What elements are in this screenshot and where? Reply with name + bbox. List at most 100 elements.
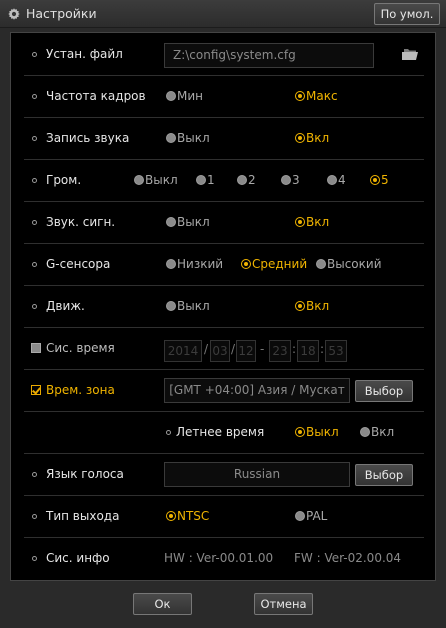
gsensor-option-high[interactable]: Высокий bbox=[316, 257, 382, 271]
radio-icon bbox=[166, 217, 176, 227]
timezone-field[interactable]: [GMT +04:00] Азия / Мускат bbox=[164, 378, 350, 403]
row-daylight-saving: Летнее время Выкл Вкл bbox=[24, 412, 424, 454]
dst-option-on[interactable]: Вкл bbox=[360, 425, 394, 439]
bullet-icon bbox=[32, 304, 37, 309]
row-voice-language: Язык голоса Russian Выбор bbox=[24, 454, 424, 496]
bullet-icon bbox=[32, 514, 37, 519]
row-timezone: Врем. зона [GMT +04:00] Азия / Мускат Вы… bbox=[24, 370, 424, 412]
beep-option-off[interactable]: Выкл bbox=[166, 215, 210, 229]
audio-option-off[interactable]: Выкл bbox=[166, 131, 210, 145]
bullet-icon bbox=[32, 136, 37, 141]
audio-option-on[interactable]: Вкл bbox=[295, 131, 329, 145]
radio-icon bbox=[166, 301, 176, 311]
volume-option-4[interactable]: 4 bbox=[327, 173, 346, 187]
gsensor-label: G-сенсора bbox=[46, 257, 111, 271]
bullet-icon bbox=[32, 472, 37, 477]
bullet-icon bbox=[32, 178, 37, 183]
voice-language-field[interactable]: Russian bbox=[164, 462, 350, 487]
output-option-pal[interactable]: PAL bbox=[295, 509, 327, 523]
radio-icon bbox=[295, 91, 305, 101]
row-config-file: Устан. файл Z:\config\system.cfg bbox=[24, 34, 424, 76]
system-time-checkbox[interactable] bbox=[31, 343, 41, 353]
month-field[interactable]: 03 bbox=[210, 340, 230, 362]
row-beep: Звук. сигн. Выкл Вкл bbox=[24, 202, 424, 244]
gsensor-option-medium[interactable]: Средний bbox=[241, 257, 307, 271]
radio-icon bbox=[316, 259, 326, 269]
volume-option-off[interactable]: Выкл bbox=[134, 173, 178, 187]
hardware-version: HW : Ver-00.01.00 bbox=[164, 551, 274, 565]
volume-option-2[interactable]: 2 bbox=[237, 173, 256, 187]
config-file-field[interactable]: Z:\config\system.cfg bbox=[164, 43, 374, 68]
beep-option-on[interactable]: Вкл bbox=[295, 215, 329, 229]
row-motion: Движ. Выкл Вкл bbox=[24, 286, 424, 328]
ok-button[interactable]: Ок bbox=[133, 593, 192, 615]
volume-label: Гром. bbox=[46, 173, 82, 187]
time-separator: : bbox=[320, 342, 325, 356]
volume-option-3[interactable]: 3 bbox=[281, 173, 300, 187]
radio-icon bbox=[166, 511, 176, 521]
gear-icon bbox=[8, 8, 20, 20]
timezone-label: Врем. зона bbox=[46, 383, 115, 397]
framerate-option-max[interactable]: Макс bbox=[295, 89, 338, 103]
radio-icon bbox=[327, 175, 337, 185]
radio-icon bbox=[166, 133, 176, 143]
cancel-button[interactable]: Отмена bbox=[254, 593, 313, 615]
motion-option-on[interactable]: Вкл bbox=[295, 299, 329, 313]
motion-option-off[interactable]: Выкл bbox=[166, 299, 210, 313]
defaults-button[interactable]: По умол. bbox=[374, 3, 440, 25]
output-type-label: Тип выхода bbox=[46, 509, 120, 523]
radio-icon bbox=[281, 175, 291, 185]
gsensor-option-low[interactable]: Низкий bbox=[166, 257, 223, 271]
bullet-icon bbox=[166, 430, 171, 435]
row-volume: Гром. Выкл 1 2 3 4 5 bbox=[24, 160, 424, 202]
row-framerate: Частота кадров Мин Макс bbox=[24, 76, 424, 118]
row-system-time: Сис. время 2014 / 03 / 12 - 23 : 18 : 53 bbox=[24, 328, 424, 370]
folder-icon[interactable] bbox=[401, 46, 419, 61]
radio-icon bbox=[237, 175, 247, 185]
row-audio-record: Запись звука Выкл Вкл bbox=[24, 118, 424, 160]
dst-option-off[interactable]: Выкл bbox=[295, 425, 339, 439]
date-time-separator: - bbox=[260, 342, 265, 356]
radio-icon bbox=[360, 427, 370, 437]
beep-label: Звук. сигн. bbox=[46, 215, 116, 229]
radio-icon bbox=[370, 175, 380, 185]
year-field[interactable]: 2014 bbox=[164, 340, 202, 362]
row-output-type: Тип выхода NTSC PAL bbox=[24, 496, 424, 538]
firmware-version: FW : Ver-02.00.04 bbox=[294, 551, 402, 565]
bullet-icon bbox=[32, 94, 37, 99]
system-time-label: Сис. время bbox=[46, 341, 115, 355]
daylight-saving-label: Летнее время bbox=[176, 425, 265, 439]
time-separator: : bbox=[292, 342, 297, 356]
minute-field[interactable]: 18 bbox=[297, 340, 319, 362]
voice-select-button[interactable]: Выбор bbox=[355, 464, 413, 486]
bullet-icon bbox=[32, 262, 37, 267]
motion-label: Движ. bbox=[46, 299, 85, 313]
date-separator: / bbox=[204, 342, 209, 356]
volume-option-5[interactable]: 5 bbox=[370, 173, 389, 187]
system-info-label: Сис. инфо bbox=[46, 551, 110, 565]
row-gsensor: G-сенсора Низкий Средний Высокий bbox=[24, 244, 424, 286]
radio-icon bbox=[166, 91, 176, 101]
voice-language-label: Язык голоса bbox=[46, 467, 124, 481]
bullet-icon bbox=[32, 220, 37, 225]
settings-panel: Устан. файл Z:\config\system.cfg Частота… bbox=[10, 32, 436, 581]
bullet-icon bbox=[32, 556, 37, 561]
radio-icon bbox=[295, 427, 305, 437]
second-field[interactable]: 53 bbox=[325, 340, 347, 362]
volume-option-1[interactable]: 1 bbox=[196, 173, 215, 187]
title-bar: Настройки По умол. bbox=[0, 0, 446, 28]
day-field[interactable]: 12 bbox=[236, 340, 256, 362]
config-file-label: Устан. файл bbox=[46, 47, 123, 61]
radio-icon bbox=[295, 217, 305, 227]
window-title: Настройки bbox=[26, 6, 97, 21]
bullet-icon bbox=[32, 52, 37, 57]
radio-icon bbox=[295, 301, 305, 311]
timezone-select-button[interactable]: Выбор bbox=[355, 380, 413, 402]
framerate-option-min[interactable]: Мин bbox=[166, 89, 203, 103]
hour-field[interactable]: 23 bbox=[269, 340, 291, 362]
framerate-label: Частота кадров bbox=[46, 89, 146, 103]
radio-icon bbox=[166, 259, 176, 269]
output-option-ntsc[interactable]: NTSC bbox=[166, 509, 209, 523]
timezone-checkbox[interactable] bbox=[31, 385, 41, 395]
row-system-info: Сис. инфо HW : Ver-00.01.00 FW : Ver-02.… bbox=[24, 538, 424, 580]
